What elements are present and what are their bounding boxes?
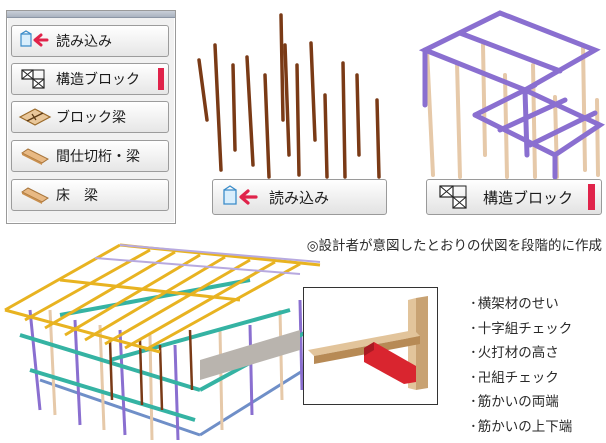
menu-item-label: 間仕切桁・梁 bbox=[56, 149, 140, 165]
partition-girder-icon bbox=[18, 144, 52, 168]
active-marker bbox=[588, 184, 595, 210]
panel-title-bar bbox=[7, 11, 175, 18]
structure-block-button-label: 構造ブロック bbox=[483, 188, 574, 207]
structure-block-icon bbox=[18, 67, 52, 91]
list-item: 筋かいの両端 bbox=[470, 390, 572, 415]
menu-item-label: 構造ブロック bbox=[56, 72, 140, 88]
structure-block-icon bbox=[435, 184, 475, 210]
list-item: 十字組チェック bbox=[470, 317, 573, 342]
caption-text: ◎設計者が意図したとおりの伏図を段階的に作成 bbox=[306, 238, 602, 254]
load-arrow-icon bbox=[221, 184, 261, 210]
list-item: 卍組チェック bbox=[470, 366, 572, 391]
structure-block-button[interactable]: 構造ブロック bbox=[426, 179, 602, 215]
menu-item-load[interactable]: 読み込み bbox=[11, 25, 169, 57]
house-frame-3d-view bbox=[4, 243, 321, 441]
menu-item-label: 床 梁 bbox=[56, 188, 98, 204]
load-button-label: 読み込み bbox=[269, 188, 330, 207]
menu-item-structure-block[interactable]: 構造ブロック bbox=[11, 63, 169, 95]
load-arrow-icon bbox=[18, 29, 52, 53]
menu-item-label: ブロック梁 bbox=[56, 110, 126, 126]
bracing-detail-view bbox=[303, 287, 438, 405]
load-button[interactable]: 読み込み bbox=[212, 179, 387, 215]
list-item: 火打材の高さ bbox=[470, 341, 572, 366]
bracing-detail-graphic bbox=[308, 296, 428, 390]
menu-item-partition-girder[interactable]: 間仕切桁・梁 bbox=[11, 140, 169, 172]
menu-item-label: 読み込み bbox=[56, 34, 112, 50]
list-item: 筋かいの上下端 bbox=[470, 415, 573, 440]
menu-item-block-beam[interactable]: ブロック梁 bbox=[11, 101, 169, 133]
floor-beam-icon bbox=[18, 183, 52, 207]
block-beam-icon bbox=[18, 105, 52, 129]
frame-3d-view bbox=[418, 10, 605, 180]
check-items-list: 横架材のせい 十字組チェック 火打材の高さ 卍組チェック 筋かいの両端 筋かいの… bbox=[470, 292, 573, 440]
active-marker bbox=[158, 68, 164, 90]
posts-3d-view bbox=[197, 13, 381, 179]
menu-item-floor-beam[interactable]: 床 梁 bbox=[11, 179, 169, 211]
list-item: 横架材のせい bbox=[470, 292, 572, 317]
structure-menu-panel: 読み込み 構造ブロック ブロック梁 間仕切桁・梁 床 梁 bbox=[6, 10, 176, 224]
